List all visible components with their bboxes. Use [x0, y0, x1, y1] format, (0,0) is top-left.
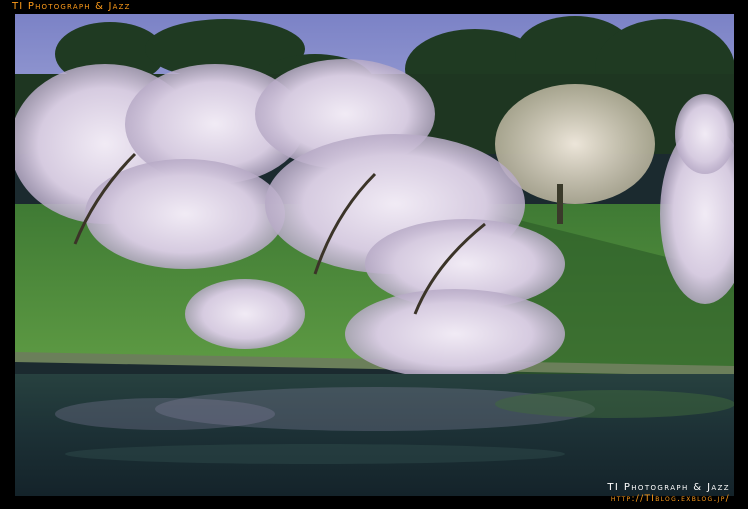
- watermark-top: TI Photograph & Jazz: [12, 1, 131, 12]
- watermark-title: TI Photograph & Jazz: [607, 482, 730, 493]
- black-frame: TI Photograph & Jazz TI Photograph & Jaz…: [0, 0, 748, 509]
- watermark-url[interactable]: http://TIblog.exblog.jp/: [607, 494, 730, 505]
- watermark-bottom: TI Photograph & Jazz http://TIblog.exblo…: [607, 482, 730, 505]
- photograph: [15, 14, 734, 496]
- photo-scene: [15, 14, 734, 496]
